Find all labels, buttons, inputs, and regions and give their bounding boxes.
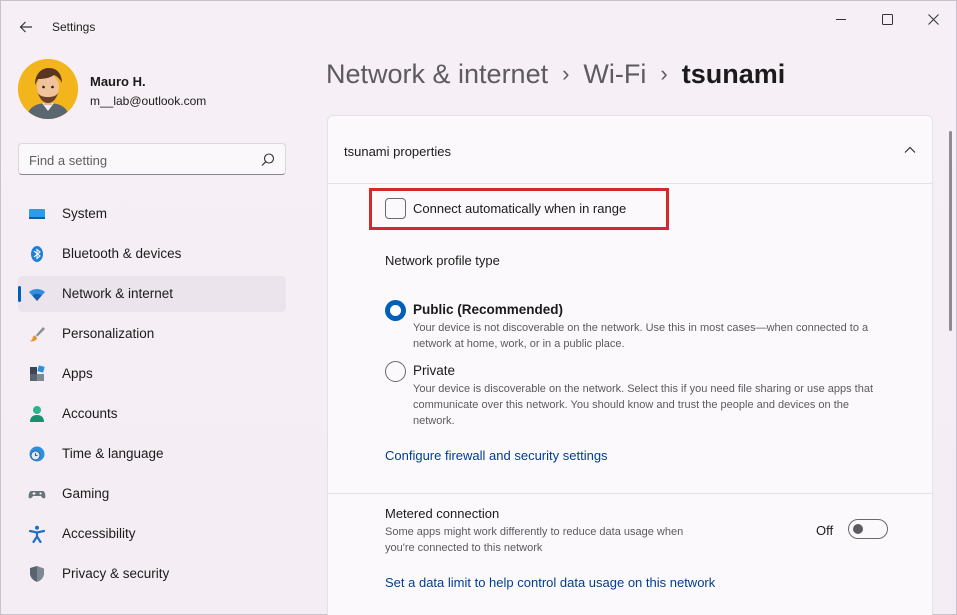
breadcrumb-separator: › bbox=[562, 61, 570, 86]
sidebar-item-bluetooth-devices[interactable]: Bluetooth & devices bbox=[18, 236, 286, 272]
private-option-description: Your device is discoverable on the netwo… bbox=[413, 383, 874, 427]
toggle-knob bbox=[853, 524, 863, 534]
close-button[interactable] bbox=[910, 5, 956, 33]
sidebar-item-label: Personalization bbox=[62, 326, 155, 341]
sidebar-item-system[interactable]: System bbox=[18, 196, 286, 232]
search-icon[interactable] bbox=[259, 151, 277, 169]
sidebar-item-gaming[interactable]: Gaming bbox=[18, 476, 286, 512]
auto-connect-checkbox[interactable] bbox=[385, 198, 406, 219]
sidebar-item-apps[interactable]: Apps bbox=[18, 356, 286, 392]
wifi-icon bbox=[29, 288, 45, 301]
firewall-settings-link[interactable]: Configure firewall and security settings bbox=[385, 448, 608, 463]
breadcrumb-network-internet[interactable]: Network & internet bbox=[326, 59, 548, 89]
accessibility-icon bbox=[28, 525, 46, 543]
minimize-button[interactable] bbox=[818, 5, 864, 33]
scrollbar[interactable] bbox=[949, 131, 952, 331]
monitor-icon bbox=[29, 209, 45, 219]
sidebar-item-label: Privacy & security bbox=[62, 566, 170, 581]
app-title: Settings bbox=[52, 20, 96, 34]
sidebar-item-label: Bluetooth & devices bbox=[62, 246, 182, 261]
sidebar-item-time-language[interactable]: Time & language bbox=[18, 436, 286, 472]
metered-toggle-state: Off bbox=[816, 523, 834, 538]
sidebar-nav: System Bluetooth & devices Network & int… bbox=[18, 196, 286, 596]
sidebar-item-label: Time & language bbox=[62, 446, 164, 461]
gamepad-icon bbox=[28, 491, 46, 499]
avatar[interactable] bbox=[18, 59, 78, 119]
close-icon bbox=[927, 13, 939, 25]
private-radio[interactable] bbox=[385, 361, 406, 382]
breadcrumb-wifi[interactable]: Wi-Fi bbox=[583, 59, 646, 89]
private-option-title[interactable]: Private bbox=[413, 363, 455, 378]
person-icon bbox=[30, 406, 44, 422]
metered-connection-toggle[interactable] bbox=[848, 519, 888, 539]
search-box[interactable] bbox=[18, 143, 286, 175]
sidebar-item-accessibility[interactable]: Accessibility bbox=[18, 516, 286, 552]
auto-connect-label[interactable]: Connect automatically when in range bbox=[413, 201, 626, 216]
back-button[interactable] bbox=[11, 13, 41, 41]
sidebar-item-accounts[interactable]: Accounts bbox=[18, 396, 286, 432]
sidebar-item-privacy-security[interactable]: Privacy & security bbox=[18, 556, 286, 592]
chevron-up-icon[interactable] bbox=[902, 142, 918, 158]
sidebar-item-network-internet[interactable]: Network & internet bbox=[18, 276, 286, 312]
profile-type-label: Network profile type bbox=[385, 253, 500, 268]
data-limit-link[interactable]: Set a data limit to help control data us… bbox=[385, 575, 715, 590]
sidebar-item-label: Network & internet bbox=[62, 286, 174, 301]
sidebar-item-label: System bbox=[62, 206, 108, 221]
properties-title: tsunami properties bbox=[344, 144, 451, 159]
brush-icon bbox=[29, 327, 45, 342]
divider bbox=[328, 493, 932, 494]
user-name: Mauro H. bbox=[90, 74, 146, 89]
user-avatar-icon bbox=[18, 59, 78, 119]
clock-globe-icon bbox=[29, 446, 45, 462]
bluetooth-icon bbox=[31, 246, 43, 262]
maximize-button[interactable] bbox=[864, 5, 910, 33]
sidebar-item-label: Apps bbox=[62, 366, 93, 381]
user-email: m__lab@outlook.com bbox=[90, 94, 207, 108]
page-title: tsunami bbox=[681, 59, 786, 89]
minimize-icon bbox=[835, 18, 846, 20]
sidebar-item-label: Accounts bbox=[62, 406, 118, 421]
breadcrumb-separator: › bbox=[660, 61, 668, 86]
properties-panel: tsunami properties Connect automatically… bbox=[327, 115, 933, 615]
sidebar-item-personalization[interactable]: Personalization bbox=[18, 316, 286, 352]
public-radio[interactable] bbox=[385, 300, 406, 321]
apps-icon bbox=[30, 365, 45, 381]
title-bar: Settings bbox=[1, 1, 956, 51]
sidebar-item-label: Gaming bbox=[62, 486, 110, 501]
search-input[interactable] bbox=[29, 150, 254, 170]
metered-connection-description: Some apps might work differently to redu… bbox=[385, 526, 684, 554]
settings-window: Settings Mauro H. m__lab@outlook.com Fin… bbox=[0, 0, 957, 615]
sidebar-item-label: Accessibility bbox=[62, 526, 136, 541]
properties-header[interactable]: tsunami properties bbox=[328, 116, 932, 184]
shield-icon bbox=[30, 566, 44, 582]
maximize-icon bbox=[881, 13, 893, 25]
public-option-title[interactable]: Public (Recommended) bbox=[413, 302, 563, 317]
back-arrow-icon bbox=[19, 21, 32, 33]
active-indicator bbox=[18, 286, 21, 302]
breadcrumb: Network & internet › Wi-Fi › tsunami bbox=[326, 59, 785, 99]
metered-connection-title: Metered connection bbox=[385, 506, 500, 521]
public-option-description: Your device is not discoverable on the n… bbox=[413, 322, 869, 350]
